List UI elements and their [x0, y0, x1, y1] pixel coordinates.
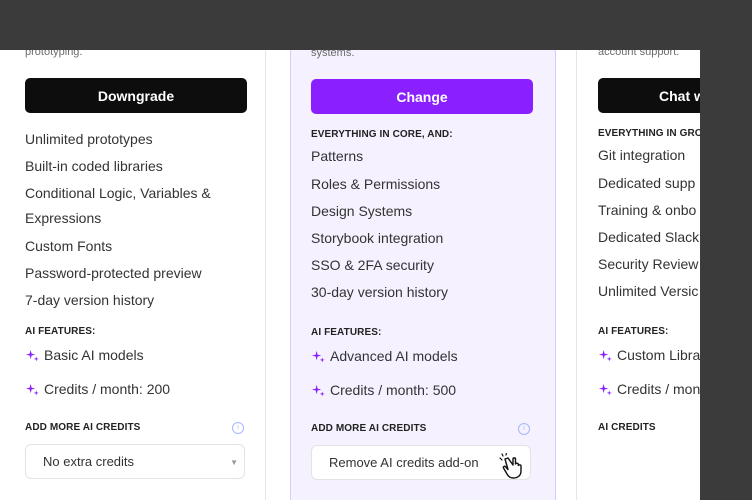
feature-item: Custom Fonts — [25, 238, 113, 254]
plan-card-grow: systems. Change EVERYTHING IN CORE, AND:… — [290, 50, 556, 500]
feature-item: Unlimited Versic — [598, 283, 699, 299]
chevron-down-icon: ▼ — [230, 458, 238, 467]
ai-feature-item: Advanced AI models — [311, 348, 458, 364]
ai-feature-label: Credits / mon — [617, 381, 700, 397]
ai-features-label: AI FEATURES: — [25, 326, 96, 337]
plan-card-enterprise: account support. Chat w EVERYTHING IN GR… — [576, 50, 700, 500]
info-icon[interactable]: i — [518, 423, 530, 435]
feature-item: SSO & 2FA security — [311, 257, 434, 273]
ai-feature-label: Custom Libra — [617, 347, 700, 363]
ai-feature-label: Credits / month: 200 — [44, 381, 171, 397]
sparkle-icon — [311, 350, 325, 362]
downgrade-button[interactable]: Downgrade — [25, 78, 247, 113]
credits-label: AI CREDITS — [598, 422, 656, 433]
feature-item: Expressions — [25, 210, 102, 226]
feature-item: Dedicated supp — [598, 175, 696, 191]
sparkle-icon — [25, 349, 39, 361]
feature-item: Training & onbo — [598, 202, 697, 218]
ai-feature-label: Basic AI models — [44, 347, 144, 363]
pricing-panel: prototyping. Downgrade Unlimited prototy… — [0, 50, 700, 500]
feature-item: Dedicated Slack — [598, 229, 700, 245]
credits-select[interactable]: No extra credits ▼ — [25, 444, 245, 479]
ai-features-label: AI FEATURES: — [311, 327, 382, 338]
feature-item: Roles & Permissions — [311, 176, 441, 192]
feature-item: Built-in coded libraries — [25, 158, 163, 174]
ai-feature-label: Credits / month: 500 — [330, 382, 457, 398]
feature-item: Storybook integration — [311, 230, 444, 246]
features-heading: EVERYTHING IN CORE, AND: — [311, 129, 453, 140]
ai-feature-item: Custom Libra — [598, 347, 700, 363]
feature-item: Conditional Logic, Variables & — [25, 185, 211, 201]
change-button[interactable]: Change — [311, 79, 533, 114]
feature-item: 30-day version history — [311, 284, 448, 300]
sparkle-icon — [598, 349, 612, 361]
hand-pointer-icon — [499, 453, 522, 479]
plan-card-core: prototyping. Downgrade Unlimited prototy… — [0, 50, 266, 500]
features-heading: EVERYTHING IN GROW — [598, 128, 700, 139]
add-credits-label: ADD MORE AI CREDITS — [25, 422, 141, 433]
feature-item: 7-day version history — [25, 292, 155, 308]
ai-feature-item: Credits / mon — [598, 381, 700, 397]
plan-description: systems. — [311, 50, 355, 59]
feature-item: Unlimited prototypes — [25, 131, 153, 147]
credits-select-value: No extra credits — [43, 454, 135, 469]
feature-item: Password-protected preview — [25, 265, 202, 281]
sparkle-icon — [311, 384, 325, 396]
feature-item: Git integration — [598, 147, 686, 163]
ai-features-label: AI FEATURES: — [598, 326, 669, 337]
feature-item: Security Review — [598, 256, 699, 272]
feature-item: Patterns — [311, 148, 364, 164]
ai-feature-item: Credits / month: 500 — [311, 382, 456, 398]
sparkle-icon — [25, 383, 39, 395]
ai-feature-label: Advanced AI models — [330, 348, 458, 364]
plan-description: account support. — [598, 50, 680, 58]
chat-with-sales-button[interactable]: Chat w — [598, 78, 700, 113]
feature-item: Design Systems — [311, 203, 413, 219]
info-icon[interactable]: i — [232, 422, 244, 434]
ai-feature-item: Basic AI models — [25, 347, 144, 363]
add-credits-label: ADD MORE AI CREDITS — [311, 423, 427, 434]
plan-description: prototyping. — [25, 50, 83, 58]
credits-select-value: Remove AI credits add-on — [329, 455, 479, 470]
sparkle-icon — [598, 383, 612, 395]
ai-feature-item: Credits / month: 200 — [25, 381, 170, 397]
credits-select[interactable]: Remove AI credits add-on — [311, 445, 531, 480]
